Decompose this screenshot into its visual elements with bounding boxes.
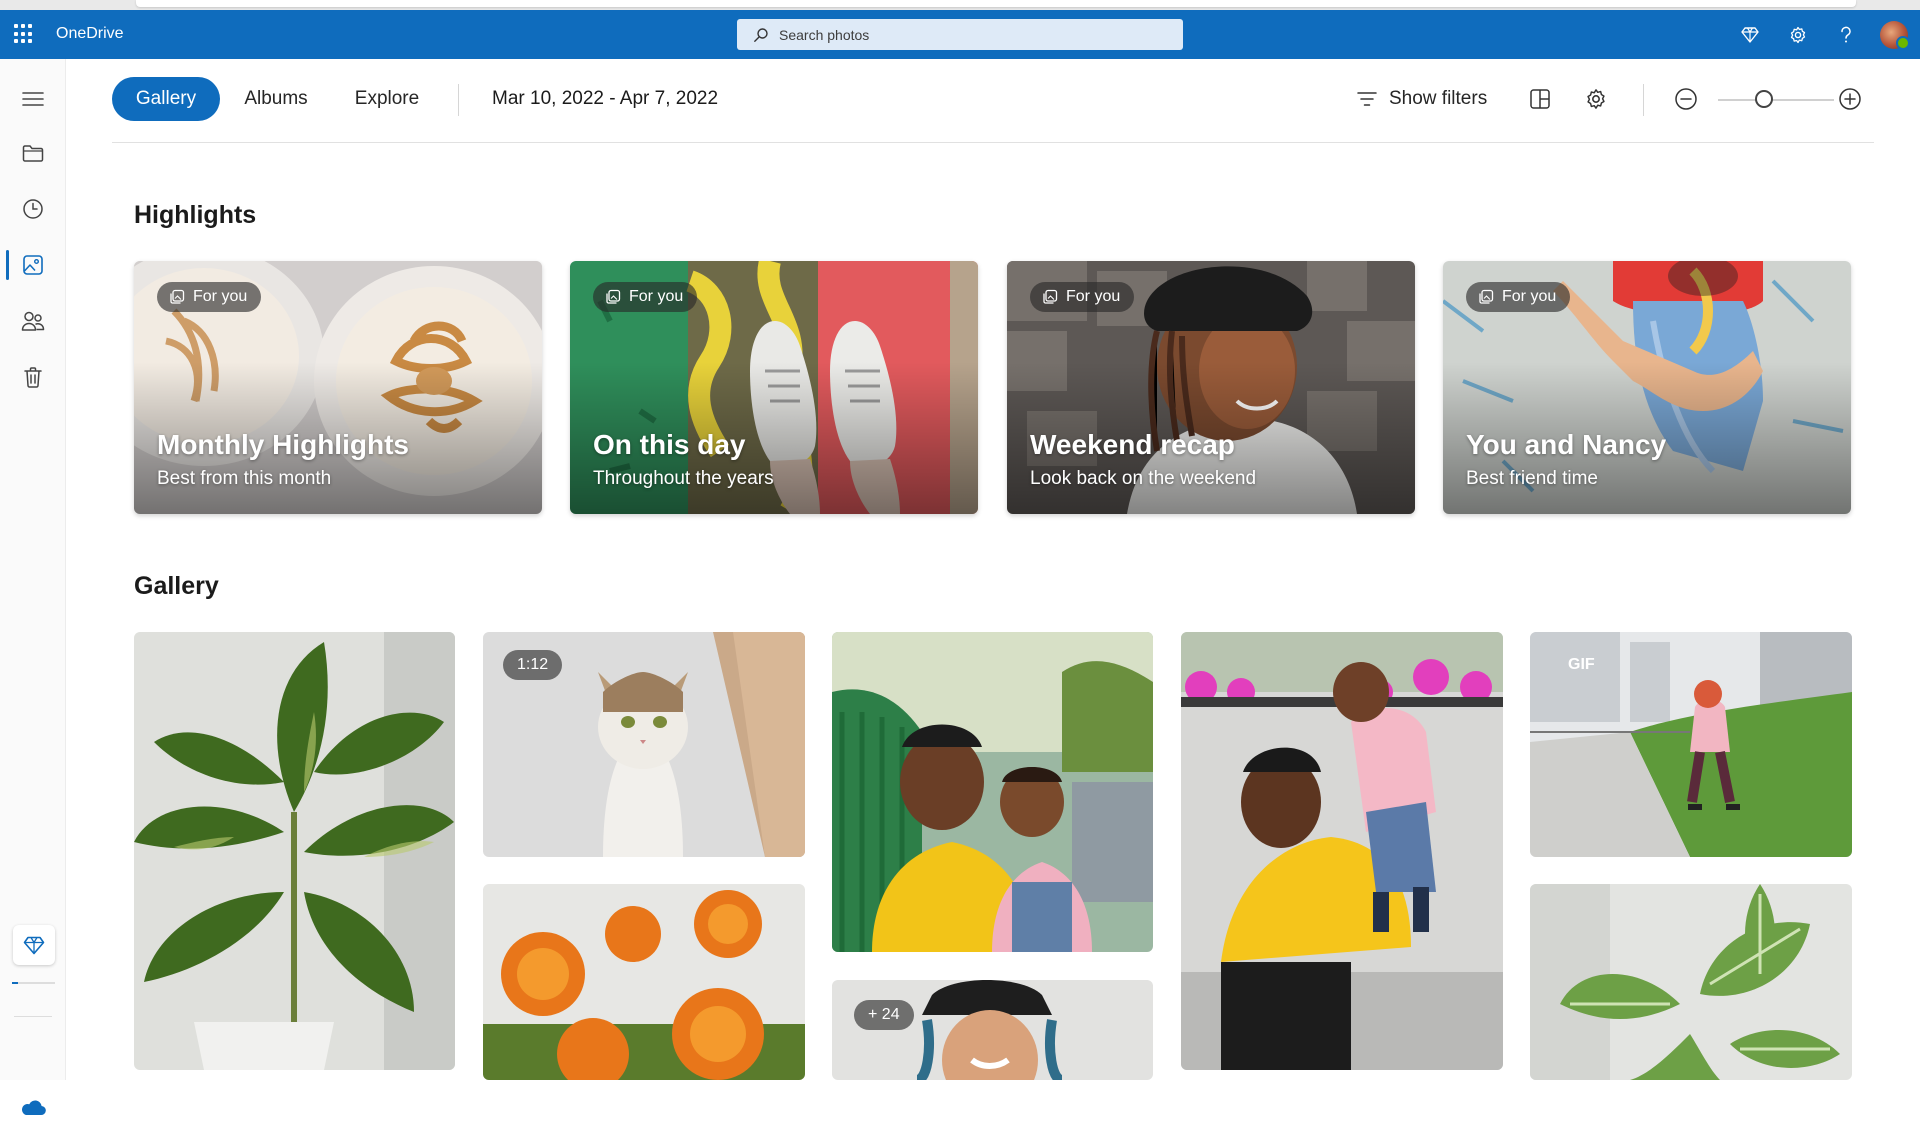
show-filters-label: Show filters	[1389, 88, 1488, 109]
zoom-out-icon[interactable]	[1668, 81, 1704, 117]
family-photo	[832, 632, 1153, 952]
woman-photo	[832, 980, 1153, 1080]
card-title: Monthly Highlights	[157, 429, 409, 460]
photo-icon[interactable]	[0, 242, 66, 288]
trash-icon[interactable]	[0, 354, 66, 400]
zoom-slider[interactable]	[1718, 99, 1834, 101]
for-you-chip: For you	[1030, 282, 1135, 312]
premium-diamond-icon	[23, 936, 45, 954]
gif-badge: GIF	[1568, 656, 1595, 673]
gallery-photo[interactable]	[483, 884, 805, 1080]
zoom-in-icon[interactable]	[1832, 81, 1868, 117]
gallery-photo[interactable]	[832, 632, 1153, 952]
onedrive-cloud-icon[interactable]	[20, 1099, 46, 1122]
highlight-card[interactable]: For you You and Nancy Best friend time	[1443, 261, 1851, 514]
date-range[interactable]: Mar 10, 2022 - Apr 7, 2022	[492, 88, 718, 110]
father-lifting-photo	[1181, 632, 1503, 1070]
app-header: OneDrive	[0, 10, 1920, 59]
card-title: Weekend recap	[1030, 429, 1235, 460]
collection-icon	[1043, 289, 1058, 304]
settings-gear-icon[interactable]	[1774, 10, 1822, 59]
card-subtitle: Best friend time	[1466, 468, 1598, 489]
collection-icon	[606, 289, 621, 304]
collection-icon	[1479, 289, 1494, 304]
avatar[interactable]	[1880, 20, 1910, 50]
card-title: On this day	[593, 429, 746, 460]
gallery-stack[interactable]: + 24	[832, 980, 1153, 1080]
tab-explore[interactable]: Explore	[340, 77, 434, 121]
gallery-photo[interactable]	[1181, 632, 1503, 1070]
premium-button[interactable]	[13, 925, 55, 965]
more-count-badge: + 24	[854, 1000, 914, 1030]
show-filters-button[interactable]: Show filters	[1357, 81, 1487, 117]
app-launcher-icon[interactable]	[14, 24, 34, 44]
gallery-photo[interactable]	[1530, 884, 1852, 1080]
zoom-slider-thumb[interactable]	[1755, 90, 1774, 108]
gallery-heading: Gallery	[134, 572, 219, 600]
marigold-photo	[483, 884, 805, 1080]
clock-icon[interactable]	[0, 186, 66, 232]
rail-divider	[14, 1016, 52, 1017]
card-subtitle: Best from this month	[157, 468, 332, 489]
browser-strip	[0, 0, 1920, 10]
highlight-card[interactable]: For you Weekend recap Look back on the w…	[1007, 261, 1415, 514]
leafy-plant-photo	[1530, 884, 1852, 1080]
left-rail	[0, 59, 66, 1116]
highlights-heading: Highlights	[134, 201, 257, 229]
storage-meter	[12, 982, 55, 984]
search-input[interactable]	[779, 26, 1159, 43]
highlight-card[interactable]: For you On this day Throughout the years	[570, 261, 978, 514]
highlight-card[interactable]: For you Monthly Highlights Best from thi…	[134, 261, 542, 514]
search-icon	[754, 27, 768, 42]
people-icon[interactable]	[0, 298, 66, 344]
card-subtitle: Look back on the weekend	[1030, 468, 1257, 489]
video-duration-badge: 1:12	[503, 650, 563, 680]
layout-icon[interactable]	[1522, 81, 1558, 117]
gallery-video[interactable]: 1:12	[483, 632, 805, 857]
for-you-chip: For you	[157, 282, 262, 312]
view-settings-gear-icon[interactable]	[1578, 81, 1614, 117]
for-you-chip: For you	[1466, 282, 1571, 312]
help-icon[interactable]	[1822, 10, 1870, 59]
toolbar-divider	[1643, 84, 1644, 116]
gallery-gif[interactable]: GIF	[1530, 632, 1852, 857]
card-subtitle: Throughout the years	[593, 468, 774, 489]
tab-albums[interactable]: Albums	[230, 77, 322, 121]
toolbar-divider	[458, 84, 459, 116]
premium-diamond-icon[interactable]	[1726, 10, 1774, 59]
filter-icon	[1357, 92, 1377, 106]
card-title: You and Nancy	[1466, 429, 1667, 460]
for-you-chip: For you	[593, 282, 698, 312]
gallery-photo[interactable]	[134, 632, 455, 1070]
collection-icon	[170, 289, 185, 304]
folder-icon[interactable]	[0, 130, 66, 176]
hamburger-icon[interactable]	[0, 76, 66, 122]
app-brand[interactable]: OneDrive	[56, 25, 124, 43]
plant-photo	[134, 632, 455, 1070]
photos-toolbar: Gallery Albums Explore Mar 10, 2022 - Ap…	[112, 59, 1874, 143]
search-box[interactable]	[737, 19, 1183, 50]
tab-gallery[interactable]: Gallery	[112, 77, 220, 121]
